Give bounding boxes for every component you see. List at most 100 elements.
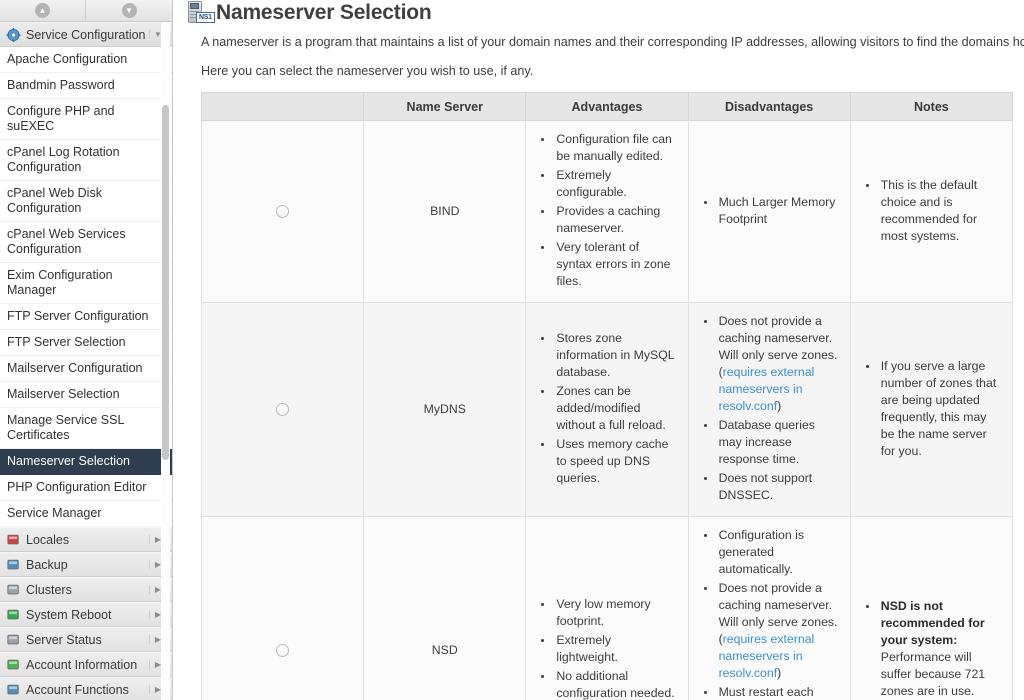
table-row[interactable]: BIND Configuration file can be manually e…	[200, 120, 1014, 303]
clusters-icon	[6, 583, 21, 597]
sidebar-group-label: Account Information	[26, 657, 138, 672]
sidebar-group-service-configuration[interactable]: Service Configuration ▼	[0, 22, 172, 47]
advantages-item: Very low memory footprint.	[554, 596, 675, 630]
nameserver-name-cell: BIND	[363, 120, 527, 303]
sidebar-group-label: Locales	[26, 532, 70, 547]
chevron-down-icon: ▼	[121, 3, 137, 18]
radio-nsd[interactable]	[276, 643, 290, 657]
radio-bind[interactable]	[276, 205, 290, 219]
sidebar-item-ftp-server-configuration[interactable]: FTP Server Configuration	[0, 304, 172, 330]
flag-icon	[6, 533, 21, 547]
sidebar-item-apache-configuration[interactable]: Apache Configuration	[0, 47, 172, 73]
disadvantages-item: Does not provide a caching nameserver. W…	[717, 580, 838, 682]
table-row[interactable]: NSDVery low memory footprint.Extremely l…	[200, 516, 1014, 700]
disadvantages-cell: Much Larger Memory Footprint	[687, 120, 851, 303]
notes-item: This is the default choice and is recomm…	[879, 177, 1000, 245]
sidebar-group-clusters[interactable]: Clusters ▶	[0, 577, 172, 602]
external-nameservers-link[interactable]: requires external nameservers in resolv.…	[719, 632, 815, 680]
nameserver-name-cell: MyDNS	[363, 302, 527, 517]
sidebar-item-ftp-server-selection[interactable]: FTP Server Selection	[0, 330, 172, 356]
disadvantages-item: Database queries may increase response t…	[717, 417, 838, 468]
table-row[interactable]: MyDNS Stores zone information in MySQL da…	[200, 302, 1014, 517]
sidebar-scrollbar-thumb[interactable]	[162, 105, 169, 460]
advantages-item: Zones can be added/modified without a fu…	[554, 383, 675, 434]
notes-cell: NSD is not recommended for your system: …	[849, 516, 1014, 700]
advantages-item: Configuration file can be manually edite…	[554, 131, 675, 165]
external-nameservers-link[interactable]: requires external nameservers in resolv.…	[719, 365, 815, 413]
nameserver-icon: NS1	[186, 1, 216, 27]
scroll-up-button[interactable]: ▲	[0, 0, 86, 21]
sidebar-group-label: Server Status	[26, 632, 102, 647]
advantages-list: Very low memory footprint.Extremely ligh…	[538, 596, 675, 700]
sidebar-item-cpanel-log-rotation-configuration[interactable]: cPanel Log Rotation Configuration	[0, 140, 172, 181]
sidebar-group-system-reboot[interactable]: System Reboot ▶	[0, 602, 172, 627]
sidebar-group-account-information[interactable]: Account Information ▶	[0, 652, 172, 677]
column-header-select	[200, 92, 365, 121]
backup-icon	[6, 558, 21, 572]
sidebar-item-service-manager[interactable]: Service Manager	[0, 501, 172, 527]
sidebar-item-bandmin-password[interactable]: Bandmin Password	[0, 73, 172, 99]
advantages-list: Configuration file can be manually edite…	[538, 131, 675, 290]
sidebar-item-manage-service-ssl-certificates[interactable]: Manage Service SSL Certificates	[0, 408, 172, 449]
disadvantages-item: Configuration is generated automatically…	[717, 527, 838, 578]
sidebar-group-label: Account Functions	[26, 682, 129, 697]
notes-cell: If you serve a large number of zones tha…	[849, 302, 1014, 517]
main-content: NS1 Nameserver Selection A nameserver is…	[173, 0, 1024, 700]
sidebar-group-backup[interactable]: Backup ▶	[0, 552, 172, 577]
advantages-item: Stores zone information in MySQL databas…	[554, 330, 675, 381]
column-header-notes: Notes	[849, 92, 1014, 121]
power-icon	[6, 608, 21, 622]
notes-list: If you serve a large number of zones tha…	[863, 358, 1000, 460]
advantages-cell: Very low memory footprint.Extremely ligh…	[525, 516, 689, 700]
disadvantages-list: Much Larger Memory Footprint	[701, 194, 838, 228]
disadvantages-cell: Configuration is generated automatically…	[687, 516, 851, 700]
description-paragraph-1: A nameserver is a program that maintains…	[201, 35, 1024, 49]
sidebar-item-cpanel-web-services-configuration[interactable]: cPanel Web Services Configuration	[0, 222, 172, 263]
select-cell[interactable]	[200, 302, 365, 517]
page-title: Nameserver Selection	[216, 1, 432, 24]
table-body: BIND Configuration file can be manually e…	[200, 120, 1014, 700]
disadvantages-item: Does not provide a caching nameserver. W…	[717, 313, 838, 415]
sidebar-item-mailserver-selection[interactable]: Mailserver Selection	[0, 382, 172, 408]
sidebar-item-exim-configuration-manager[interactable]: Exim Configuration Manager	[0, 263, 172, 304]
notes-cell: This is the default choice and is recomm…	[849, 120, 1014, 303]
sidebar-item-configure-php-and-suexec[interactable]: Configure PHP and suEXEC	[0, 99, 172, 140]
sidebar-group-list: Locales ▶ Backup ▶ Clusters ▶ System Reboot ▶ Se…	[0, 527, 172, 700]
notes-item: NSD is not recommended for your system: …	[879, 598, 1000, 700]
disadvantages-item: Much Larger Memory Footprint	[717, 194, 838, 228]
sidebar-item-mailserver-configuration[interactable]: Mailserver Configuration	[0, 356, 172, 382]
sidebar-group-locales[interactable]: Locales ▶	[0, 527, 172, 552]
wmh-nameserver-selection-page: ▲ ▼ Service Configuration ▼ Apache Confi…	[0, 0, 1024, 700]
gear-icon	[6, 27, 21, 42]
disadvantages-list: Does not provide a caching nameserver. W…	[701, 313, 838, 504]
sidebar-item-cpanel-web-disk-configuration[interactable]: cPanel Web Disk Configuration	[0, 181, 172, 222]
sidebar-item-php-configuration-editor[interactable]: PHP Configuration Editor	[0, 475, 172, 501]
page-header: NS1 Nameserver Selection	[173, 0, 1024, 34]
sidebar-item-nameserver-selection[interactable]: Nameserver Selection	[0, 449, 172, 475]
radio-mydns[interactable]	[276, 403, 290, 417]
nameserver-icon-badge: NS1	[196, 12, 215, 23]
disadvantages-item: Does not support DNSSEC.	[717, 470, 838, 504]
advantages-item: Very tolerant of syntax errors in zone f…	[554, 239, 675, 290]
disadvantages-item: Must restart each time zones are altered…	[717, 684, 838, 700]
advantages-cell: Stores zone information in MySQL databas…	[525, 302, 689, 517]
sidebar-group-account-functions[interactable]: Account Functions ▶	[0, 677, 172, 700]
page-description: A nameserver is a program that maintains…	[173, 34, 1024, 80]
scroll-down-button[interactable]: ▼	[86, 0, 172, 21]
sidebar-item-list: Apache Configuration Bandmin Password Conf…	[0, 47, 172, 527]
advantages-item: Extremely lightweight.	[554, 632, 675, 666]
select-cell[interactable]	[200, 516, 365, 700]
notes-warning: NSD is not recommended for your system:	[880, 599, 985, 647]
sidebar: ▲ ▼ Service Configuration ▼ Apache Confi…	[0, 0, 173, 700]
select-cell[interactable]	[200, 120, 365, 303]
sidebar-group-label: Service Configuration	[26, 27, 146, 42]
sidebar-group-label: System Reboot	[26, 607, 112, 622]
column-header-advantages: Advantages	[525, 92, 689, 121]
advantages-item: Provides a caching nameserver.	[554, 203, 675, 237]
account-info-icon	[6, 658, 21, 672]
chevron-up-icon: ▲	[35, 3, 50, 18]
sidebar-group-label: Clusters	[26, 582, 72, 597]
nameserver-table: Name Server Advantages Disadvantages Not…	[200, 92, 1014, 700]
sidebar-group-server-status[interactable]: Server Status ▶	[0, 627, 172, 652]
disadvantages-list: Configuration is generated automatically…	[701, 527, 838, 700]
